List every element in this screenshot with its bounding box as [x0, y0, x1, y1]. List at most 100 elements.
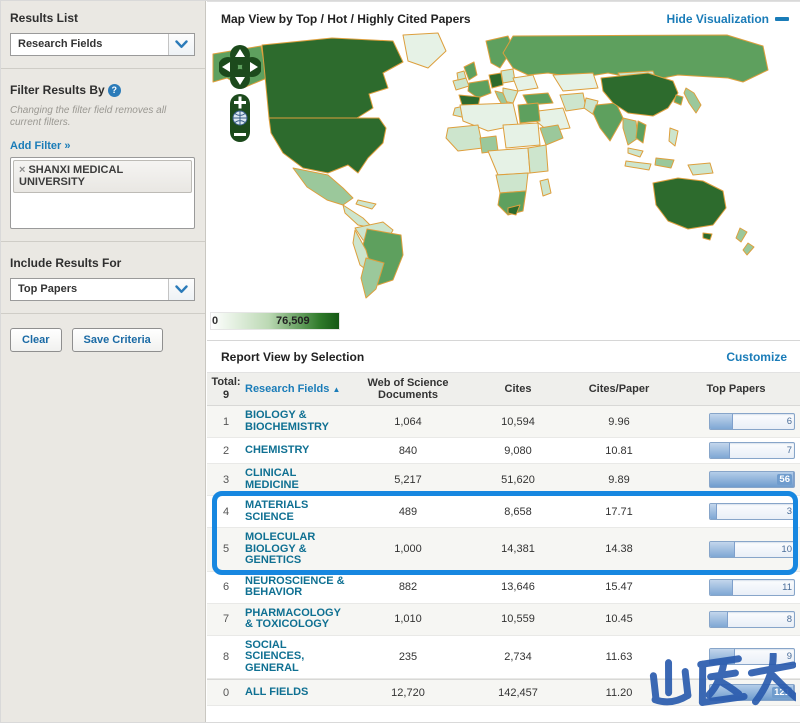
add-filter-link[interactable]: Add Filter » — [10, 140, 71, 152]
sidebar-buttons: Clear Save Criteria — [1, 314, 205, 366]
top-papers-bar: 3 — [709, 503, 795, 520]
cites-value: 9,080 — [469, 445, 567, 457]
filter-chip[interactable]: ×SHANXI MEDICAL UNIVERSITY — [13, 160, 192, 193]
top-papers-count: 56 — [777, 474, 792, 485]
field-link[interactable]: SOCIAL SCIENCES, GENERAL — [245, 640, 347, 675]
pan-arrows-button[interactable] — [219, 44, 261, 90]
main-panel: Map View by Top / Hot / Highly Cited Pap… — [207, 1, 800, 722]
row-number: 5 — [207, 543, 245, 555]
cites-per-paper-value: 10.81 — [567, 445, 671, 457]
cites-value: 51,620 — [469, 474, 567, 486]
column-wos-documents[interactable]: Web of Science Documents — [347, 377, 469, 401]
customize-link[interactable]: Customize — [726, 350, 787, 364]
field-link[interactable]: NEUROSCIENCE & BEHAVIOR — [245, 576, 347, 599]
report-view-header: Report View by Selection Customize — [207, 340, 800, 373]
wos-documents-value: 1,064 — [347, 416, 469, 428]
include-results-heading: Include Results For — [10, 256, 196, 270]
cites-per-paper-value: 10.45 — [567, 613, 671, 625]
field-link[interactable]: ALL FIELDS — [245, 687, 347, 699]
world-map[interactable] — [207, 32, 800, 304]
top-papers-bar: 11 — [709, 579, 795, 596]
include-results-section: Include Results For Top Papers — [1, 242, 205, 314]
legend-max-label: 76,509 — [276, 315, 310, 327]
cites-value: 2,734 — [469, 651, 567, 663]
top-papers-cell: 3 — [671, 503, 800, 520]
field-link[interactable]: PHARMACOLOGY & TOXICOLOGY — [245, 608, 347, 631]
top-papers-count: 10 — [781, 544, 792, 555]
filter-chip-label: SHANXI MEDICAL UNIVERSITY — [19, 164, 123, 188]
table-row: 3CLINICAL MEDICINE5,21751,6209.89 56 — [207, 464, 800, 496]
cites-per-paper-value: 9.96 — [567, 416, 671, 428]
chevron-down-icon[interactable] — [168, 34, 194, 55]
cites-value: 10,594 — [469, 416, 567, 428]
active-filters-box: ×SHANXI MEDICAL UNIVERSITY — [10, 157, 195, 229]
cites-value: 142,457 — [469, 687, 567, 699]
column-research-fields[interactable]: Research Fields ▲ — [245, 383, 347, 395]
field-link[interactable]: CLINICAL MEDICINE — [245, 468, 347, 491]
table-header-row: Total: 9 Research Fields ▲ Web of Scienc… — [207, 373, 800, 406]
top-papers-bar: 8 — [709, 611, 795, 628]
choropleth-map-svg — [207, 32, 800, 304]
top-papers-cell: 11 — [671, 579, 800, 596]
cites-value: 13,646 — [469, 581, 567, 593]
sort-asc-icon: ▲ — [332, 385, 340, 394]
zoom-out-button[interactable] — [230, 130, 250, 144]
wos-documents-value: 882 — [347, 581, 469, 593]
map-view-title: Map View by Top / Hot / Highly Cited Pap… — [221, 12, 471, 26]
results-list-heading: Results List — [10, 11, 196, 25]
table-row: 6NEUROSCIENCE & BEHAVIOR88213,64615.4711 — [207, 572, 800, 604]
top-papers-bar: 10 — [709, 541, 795, 558]
table-row: 4MATERIALS SCIENCE4898,65817.713 — [207, 496, 800, 528]
field-link[interactable]: BIOLOGY & BIOCHEMISTRY — [245, 410, 347, 433]
cites-value: 10,559 — [469, 613, 567, 625]
top-papers-bar: 7 — [709, 442, 795, 459]
top-papers-count: 8 — [787, 614, 792, 625]
top-papers-count: 3 — [787, 506, 792, 517]
column-cites[interactable]: Cites — [469, 383, 567, 395]
esi-page: Results List Research Fields Filter Resu… — [0, 0, 800, 723]
include-results-dropdown[interactable]: Top Papers — [10, 278, 195, 301]
field-link[interactable]: MOLECULAR BIOLOGY & GENETICS — [245, 532, 347, 567]
remove-filter-icon[interactable]: × — [19, 164, 25, 176]
field-link[interactable]: MATERIALS SCIENCE — [245, 500, 347, 523]
row-number: 0 — [207, 687, 245, 699]
field-link[interactable]: CHEMISTRY — [245, 445, 347, 457]
wos-documents-value: 5,217 — [347, 474, 469, 486]
clear-button[interactable]: Clear — [10, 328, 62, 352]
top-papers-cell: 7 — [671, 442, 800, 459]
top-papers-cell: 6 — [671, 413, 800, 430]
top-papers-cell: 10 — [671, 541, 800, 558]
table-row: 1BIOLOGY & BIOCHEMISTRY1,06410,5949.966 — [207, 406, 800, 438]
cites-per-paper-value: 9.89 — [567, 474, 671, 486]
wos-documents-value: 235 — [347, 651, 469, 663]
collapse-minus-icon[interactable] — [775, 17, 789, 21]
column-cites-per-paper[interactable]: Cites/Paper — [567, 383, 671, 395]
row-number: 4 — [207, 506, 245, 518]
results-list-dropdown[interactable]: Research Fields — [10, 33, 195, 56]
cites-per-paper-value: 17.71 — [567, 506, 671, 518]
filter-section: Filter Results By? Changing the filter f… — [1, 69, 205, 242]
wos-documents-value: 840 — [347, 445, 469, 457]
row-number: 3 — [207, 474, 245, 486]
filter-note: Changing the filter field removes all cu… — [10, 105, 180, 129]
top-papers-count: 6 — [787, 416, 792, 427]
zoom-in-button[interactable] — [230, 94, 250, 112]
help-icon[interactable]: ? — [108, 84, 121, 97]
wos-documents-value: 1,010 — [347, 613, 469, 625]
report-view-title: Report View by Selection — [221, 350, 364, 364]
map-view-header: Map View by Top / Hot / Highly Cited Pap… — [207, 1, 800, 32]
cites-per-paper-value: 14.38 — [567, 543, 671, 555]
include-results-value: Top Papers — [11, 279, 168, 300]
wos-documents-value: 12,720 — [347, 687, 469, 699]
cites-per-paper-value: 15.47 — [567, 581, 671, 593]
save-criteria-button[interactable]: Save Criteria — [72, 328, 163, 352]
row-number: 7 — [207, 613, 245, 625]
column-top-papers[interactable]: Top Papers — [671, 383, 800, 395]
chevron-down-icon[interactable] — [168, 279, 194, 300]
hide-visualization-link[interactable]: Hide Visualization — [667, 12, 789, 26]
filter-by-heading: Filter Results By? — [10, 83, 196, 97]
top-papers-count: 11 — [782, 582, 792, 593]
row-number: 8 — [207, 651, 245, 663]
legend-min-label: 0 — [212, 315, 218, 327]
top-papers-bar: 6 — [709, 413, 795, 430]
